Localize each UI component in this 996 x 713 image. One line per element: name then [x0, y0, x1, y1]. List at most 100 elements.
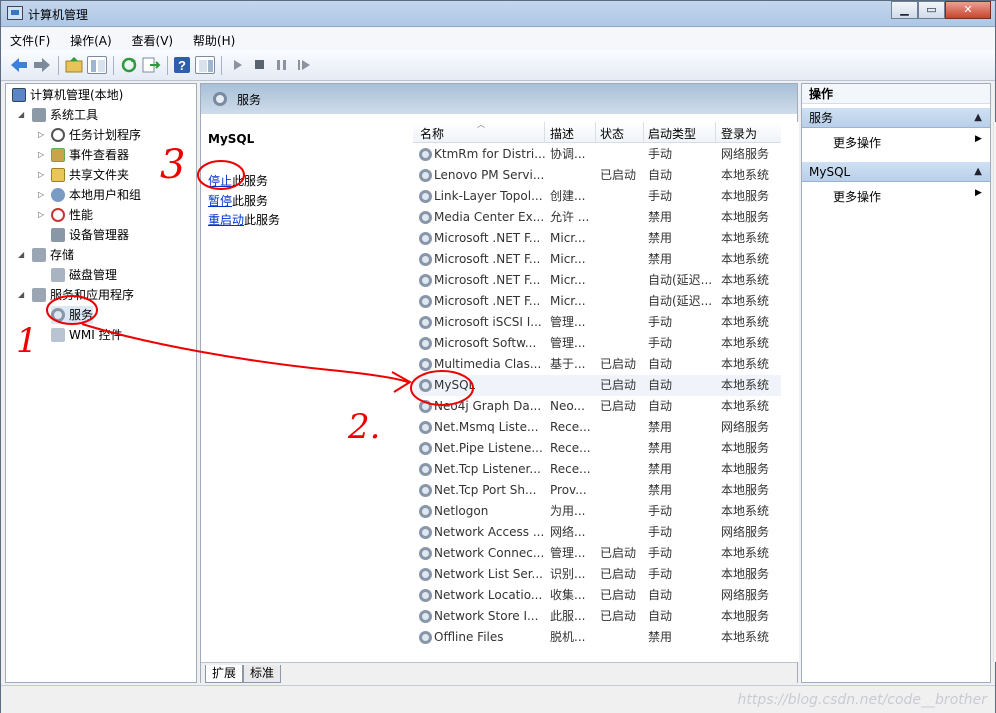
refresh-icon[interactable]: [119, 56, 139, 74]
restart-service-icon[interactable]: [294, 56, 314, 74]
tab-standard[interactable]: 标准: [243, 665, 282, 683]
expand-arrow-icon[interactable]: ▷: [38, 166, 44, 184]
tree-performance[interactable]: 性能: [51, 206, 93, 224]
table-row[interactable]: Network List Ser... 识别... 已启动 手动 本地服务: [413, 564, 781, 585]
tree-task-scheduler[interactable]: 任务计划程序: [51, 126, 141, 144]
column-name[interactable]: 名称: [420, 125, 444, 142]
tree-event-viewer[interactable]: 事件查看器: [51, 146, 129, 164]
table-row[interactable]: Netlogon 为用... 手动 本地系统: [413, 501, 781, 522]
column-status[interactable]: 状态: [600, 125, 624, 142]
tree-services[interactable]: 服务: [51, 306, 94, 324]
close-button[interactable]: ✕: [945, 1, 991, 19]
table-cell: 管理...: [550, 336, 586, 350]
tree-system-tools[interactable]: 系统工具: [32, 106, 98, 124]
storage-icon: [32, 248, 46, 262]
menu-help[interactable]: 帮助(H): [184, 28, 242, 49]
actions-section-services[interactable]: 服务 ▲: [802, 108, 990, 128]
table-row[interactable]: Microsoft .NET F... Micr... 禁用 本地系统: [413, 228, 781, 249]
table-cell: 禁用: [648, 420, 673, 434]
export-list-icon[interactable]: [141, 56, 161, 74]
pause-service-icon[interactable]: [272, 56, 292, 74]
stop-service-icon[interactable]: [250, 56, 270, 74]
menu-file[interactable]: 文件(F): [1, 28, 57, 49]
table-cell: 禁用: [648, 441, 673, 455]
table-cell: 本地系统: [721, 546, 770, 560]
table-row[interactable]: Microsoft .NET F... Micr... 自动(延迟... 本地系统: [413, 291, 781, 312]
table-row[interactable]: Network Locatio... 收集... 已启动 自动 网络服务: [413, 585, 781, 606]
maximize-button[interactable]: ▭: [918, 1, 945, 19]
table-row[interactable]: Microsoft .NET F... Micr... 禁用 本地系统: [413, 249, 781, 270]
submenu-arrow-icon: ▶: [975, 134, 982, 144]
tools-icon: [32, 108, 46, 122]
table-cell: Microsoft .NET F...: [434, 294, 541, 308]
more-actions-services[interactable]: 更多操作 ▶: [833, 134, 982, 151]
services-header-icon: [213, 92, 227, 106]
tree-wmi-control[interactable]: WMI 控件: [51, 326, 123, 344]
table-row[interactable]: Network Access ... 网络... 手动 网络服务: [413, 522, 781, 543]
help-icon[interactable]: ?: [173, 56, 193, 74]
collapse-arrow-icon[interactable]: ◢: [18, 246, 24, 264]
table-row[interactable]: Microsoft .NET F... Micr... 自动(延迟... 本地系统: [413, 270, 781, 291]
forward-icon[interactable]: [32, 56, 52, 74]
table-row[interactable]: Neo4j Graph Da... Neo... 已启动 自动 本地系统: [413, 396, 781, 417]
table-row[interactable]: Net.Tcp Port Sh... Prov... 禁用 本地服务: [413, 480, 781, 501]
menu-action[interactable]: 操作(A): [61, 28, 119, 49]
tree-root[interactable]: 计算机管理(本地): [12, 86, 123, 104]
table-cell: Microsoft .NET F...: [434, 273, 541, 287]
service-gear-icon: [419, 253, 432, 266]
service-gear-icon: [419, 316, 432, 329]
tree-storage[interactable]: 存储: [32, 246, 74, 264]
table-cell: 手动: [648, 147, 673, 161]
more-actions-mysql[interactable]: 更多操作 ▶: [833, 188, 982, 205]
collapse-arrow-icon[interactable]: ◢: [18, 106, 24, 124]
tree-local-users[interactable]: 本地用户和组: [51, 186, 141, 204]
selected-service-name: MySQL: [208, 132, 255, 146]
actions-section-mysql[interactable]: MySQL ▲: [802, 162, 990, 182]
table-row[interactable]: Network Connec... 管理... 已启动 手动 本地系统: [413, 543, 781, 564]
collapse-up-icon[interactable]: ▲: [974, 162, 982, 182]
restart-service-link[interactable]: 重启动: [208, 213, 244, 227]
table-row[interactable]: Link-Layer Topol... 创建... 手动 本地服务: [413, 186, 781, 207]
expand-arrow-icon[interactable]: ▷: [38, 146, 44, 164]
show-hide-action-pane-icon[interactable]: [195, 56, 215, 74]
table-row[interactable]: Net.Tcp Listener... Rece... 禁用 本地服务: [413, 459, 781, 480]
expand-arrow-icon[interactable]: ▷: [38, 206, 44, 224]
tree-shared-folders[interactable]: 共享文件夹: [51, 166, 129, 184]
tree-services-and-applications[interactable]: 服务和应用程序: [32, 286, 134, 304]
table-row[interactable]: Network Store I... 此服... 已启动 自动 本地服务: [413, 606, 781, 627]
table-row[interactable]: Microsoft Softw... 管理... 手动 本地系统: [413, 333, 781, 354]
table-cell: Net.Tcp Listener...: [434, 462, 541, 476]
tree-disk-management[interactable]: 磁盘管理: [51, 266, 117, 284]
table-cell: Micr...: [550, 252, 586, 266]
table-row[interactable]: KtmRm for Distri... 协调... 手动 网络服务: [413, 144, 781, 165]
table-row[interactable]: MySQL 已启动 自动 本地系统: [413, 375, 781, 396]
column-startup-type[interactable]: 启动类型: [648, 125, 696, 142]
column-log-on-as[interactable]: 登录为: [721, 125, 757, 142]
service-gear-icon: [419, 505, 432, 518]
expand-arrow-icon[interactable]: ▷: [38, 186, 44, 204]
table-row[interactable]: Lenovo PM Servi... 已启动 自动 本地系统: [413, 165, 781, 186]
column-description[interactable]: 描述: [550, 125, 574, 142]
table-row[interactable]: Net.Msmq Liste... Rece... 禁用 网络服务: [413, 417, 781, 438]
tab-extended[interactable]: 扩展: [205, 665, 244, 683]
watermark-text: https://blog.csdn.net/code__brother: [737, 692, 987, 708]
minimize-button[interactable]: ▁: [891, 1, 918, 19]
tree-device-manager[interactable]: 设备管理器: [51, 226, 129, 244]
expand-arrow-icon[interactable]: ▷: [38, 126, 44, 144]
collapse-up-icon[interactable]: ▲: [974, 108, 982, 128]
table-row[interactable]: Microsoft iSCSI I... 管理... 手动 本地系统: [413, 312, 781, 333]
table-row[interactable]: Offline Files 脱机... 禁用 本地系统: [413, 627, 781, 648]
show-hide-tree-icon[interactable]: [87, 56, 107, 74]
service-gear-icon: [419, 610, 432, 623]
collapse-arrow-icon[interactable]: ◢: [18, 286, 24, 304]
stop-service-link[interactable]: 停止: [208, 174, 232, 188]
table-row[interactable]: Multimedia Clas... 基于... 已启动 自动 本地系统: [413, 354, 781, 375]
pause-service-link[interactable]: 暂停: [208, 194, 232, 208]
table-row[interactable]: Net.Pipe Listene... Rece... 禁用 本地服务: [413, 438, 781, 459]
back-icon[interactable]: [9, 56, 29, 74]
up-folder-icon[interactable]: [64, 56, 84, 74]
table-cell: Rece...: [550, 462, 591, 476]
menu-view[interactable]: 查看(V): [123, 28, 181, 49]
start-service-icon[interactable]: [228, 56, 248, 74]
table-row[interactable]: Media Center Ex... 允许 ... 禁用 本地服务: [413, 207, 781, 228]
